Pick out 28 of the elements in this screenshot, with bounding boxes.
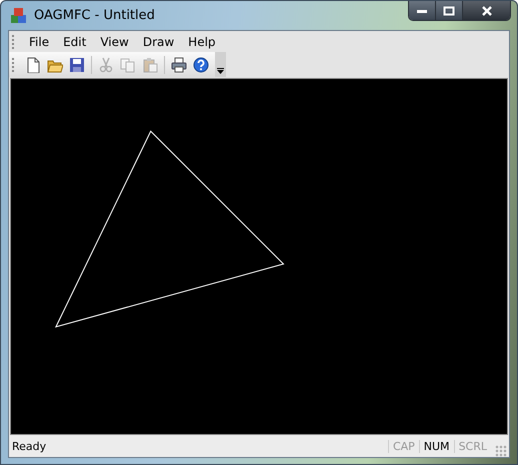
menu-item[interactable]: File [22, 32, 56, 50]
resize-grip[interactable] [495, 445, 507, 457]
status-indicator: CAP [388, 440, 419, 452]
clipboard-icon [142, 56, 158, 72]
printer-icon [171, 56, 187, 72]
menu-item[interactable]: Edit [56, 32, 94, 50]
minimize-icon [416, 8, 428, 14]
document-icon [25, 56, 41, 72]
close-icon [480, 4, 492, 16]
status-text: Ready [12, 440, 48, 452]
close-button[interactable] [463, 1, 510, 20]
status-indicator: NUM [418, 440, 454, 452]
status-indicator: SCRL [454, 440, 491, 452]
copy-icon [120, 56, 136, 72]
toolbar-overflow-button[interactable] [215, 52, 226, 77]
menu-item[interactable]: Help [181, 32, 223, 50]
app-icon [10, 6, 28, 24]
caret-icon [217, 68, 224, 74]
window-title: OAGMFC - Untitled [34, 8, 156, 23]
scissors-icon [98, 56, 114, 72]
menu-item[interactable]: Draw [136, 32, 182, 50]
grip-handle[interactable] [12, 58, 16, 72]
grip-handle[interactable] [12, 34, 16, 48]
maximize-icon [443, 6, 455, 16]
maximize-button[interactable] [436, 1, 463, 20]
minimize-button[interactable] [409, 1, 436, 20]
menu-item[interactable]: View [93, 32, 136, 50]
help-icon [193, 56, 209, 72]
